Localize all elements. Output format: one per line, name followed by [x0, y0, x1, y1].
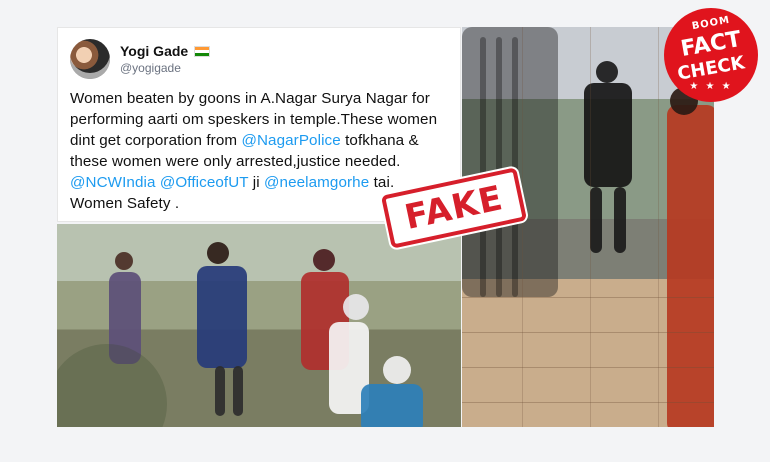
fact-check-stars: ★ ★ ★	[689, 81, 733, 92]
fact-check-logo: BOOM FACT CHECK ★ ★ ★	[664, 8, 758, 102]
tweet-mention[interactable]: @neelamgorhe	[264, 174, 369, 191]
tweet-header: Yogi Gade @yogigade	[70, 38, 448, 80]
avatar[interactable]	[70, 39, 110, 79]
india-flag-icon	[194, 45, 211, 57]
tweet-mention[interactable]: @NCWIndia	[70, 174, 156, 191]
video-still-left	[57, 224, 461, 427]
composite-image: Yogi Gade @yogigade Women beaten by goon…	[0, 0, 770, 462]
tweet-text-segment: ji	[248, 174, 264, 191]
display-name[interactable]: Yogi Gade	[120, 43, 188, 59]
tweet-mention[interactable]: @NagarPolice	[241, 132, 340, 149]
name-row: Yogi Gade	[120, 43, 211, 59]
tweet-mention[interactable]: @OfficeofUT	[160, 174, 249, 191]
user-meta: Yogi Gade @yogigade	[120, 43, 211, 75]
user-handle[interactable]: @yogigade	[120, 61, 210, 75]
